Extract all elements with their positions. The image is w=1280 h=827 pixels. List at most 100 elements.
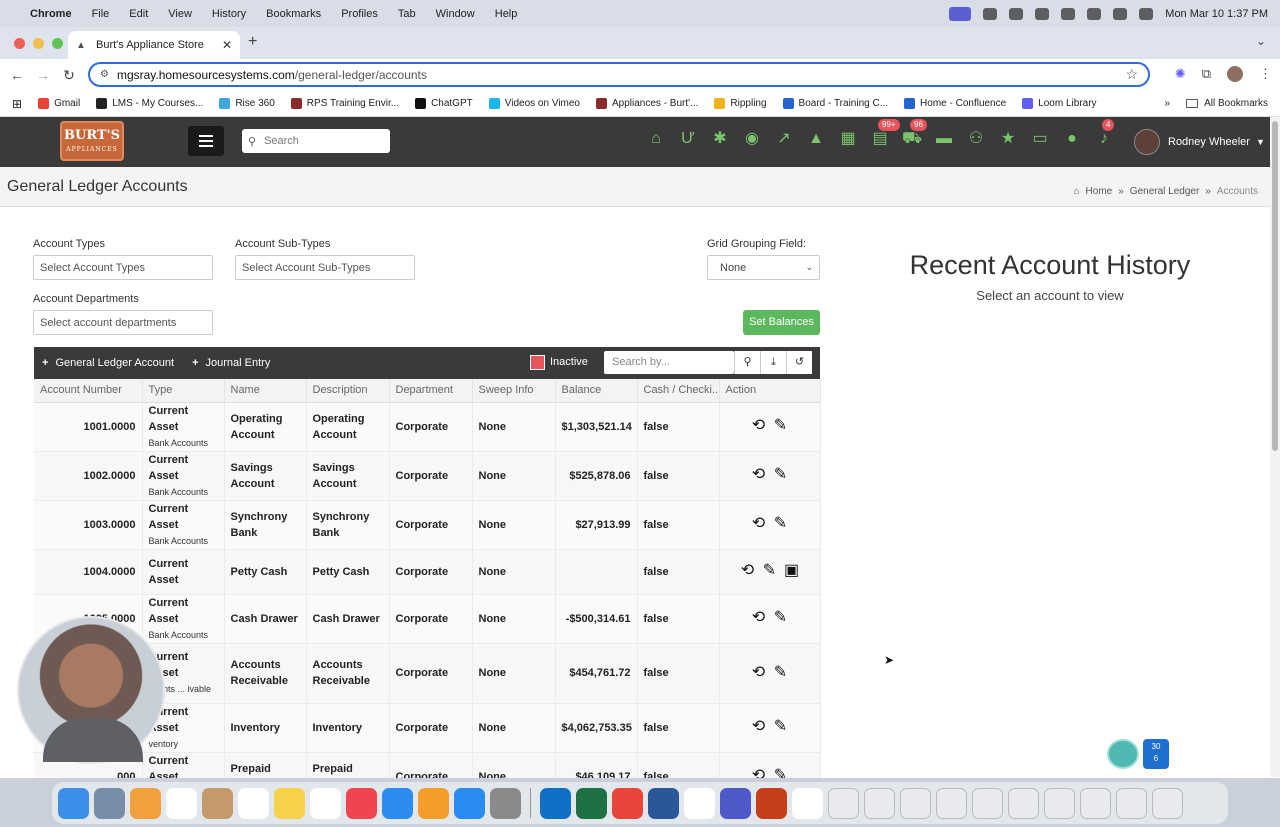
dock-app-store-icon[interactable]	[454, 787, 485, 819]
dock-powerpoint-icon[interactable]	[756, 787, 787, 819]
edit-pencil-icon[interactable]: ✎	[770, 610, 792, 626]
col-account-number[interactable]: Account Number	[34, 379, 143, 403]
app-search-input[interactable]: ⚲ Search	[242, 129, 390, 153]
webcam-overlay[interactable]	[17, 616, 165, 764]
reload-icon[interactable]: ↻	[56, 67, 82, 84]
bookmark-loom[interactable]: Loom Library	[1022, 98, 1097, 109]
export-button[interactable]: ⤓	[760, 351, 786, 374]
table-row[interactable]: 1003.0000 Current Asset Bank Accounts Synch…	[34, 500, 821, 550]
set-balances-button[interactable]: Set Balances	[743, 310, 820, 335]
account-subtypes-select[interactable]: Select Account Sub-Types	[235, 255, 415, 280]
table-row[interactable]: 1002.0000 Current Asset Bank Accounts Savin…	[34, 451, 821, 501]
menu-bookmarks[interactable]: Bookmarks	[266, 8, 321, 20]
history-icon[interactable]: ⟲	[748, 418, 770, 434]
dock-minimized-window-thumbnail[interactable]	[1008, 787, 1039, 819]
vpn-icon[interactable]	[1035, 7, 1050, 20]
dock-keynote-icon[interactable]	[382, 787, 413, 819]
menu-history[interactable]: History	[212, 8, 246, 20]
menu-profiles[interactable]: Profiles	[341, 8, 378, 20]
dock-contacts-icon[interactable]	[202, 787, 233, 819]
wifi-icon[interactable]	[1087, 7, 1102, 20]
menu-tab[interactable]: Tab	[398, 8, 416, 20]
dock-zoom-or-tool-icon[interactable]	[792, 787, 823, 819]
bookmark-rippling[interactable]: Rippling	[714, 98, 767, 109]
timer-widget-icon[interactable]	[1107, 739, 1139, 769]
dock-slack-icon[interactable]	[684, 787, 715, 819]
task-count-widget[interactable]: 30 6	[1143, 739, 1169, 769]
dock-minimized-window-thumbnail[interactable]	[1044, 787, 1075, 819]
dock-news-icon[interactable]	[346, 787, 377, 819]
star-icon[interactable]: ★	[998, 129, 1018, 149]
edit-pencil-icon[interactable]: ✎	[770, 418, 792, 434]
spotlight-icon[interactable]	[1113, 7, 1128, 20]
grid-search-input[interactable]: Search by...	[604, 351, 734, 374]
dock-system-settings-icon[interactable]	[490, 787, 521, 819]
chrome-menu-icon[interactable]: ⋮	[1259, 66, 1272, 82]
breadcrumb-home[interactable]: Home	[1086, 186, 1113, 197]
inactive-toggle[interactable]	[530, 355, 545, 370]
browser-tab-active[interactable]: ▲ Burt's Appliance Store ✕	[68, 31, 240, 59]
dock-minimized-window-thumbnail[interactable]	[1116, 787, 1147, 819]
dock-photos-icon[interactable]	[130, 787, 161, 819]
menu-file[interactable]: File	[92, 8, 110, 20]
history-icon[interactable]: ⟲	[748, 719, 770, 735]
breadcrumb-general-ledger[interactable]: General Ledger	[1130, 186, 1200, 197]
control-center-icon[interactable]	[1139, 7, 1154, 20]
chart-line-icon[interactable]: ↗	[774, 129, 794, 149]
settings-tray-icon[interactable]	[1009, 7, 1024, 20]
bookmark-chatgpt[interactable]: ChatGPT	[415, 98, 473, 109]
new-tab-icon[interactable]: +	[248, 33, 257, 51]
dock-finder-icon[interactable]	[58, 787, 89, 819]
menu-window[interactable]: Window	[436, 8, 475, 20]
col-department[interactable]: Department	[389, 379, 473, 403]
dock-word-icon[interactable]	[648, 787, 679, 819]
cart-icon[interactable]: ⛟ 96	[902, 119, 927, 149]
archive-icon[interactable]: ▣	[781, 563, 803, 579]
more-bookmarks-icon[interactable]: »	[1165, 98, 1171, 109]
dock-notes-icon[interactable]	[274, 787, 305, 819]
battery-icon[interactable]	[1061, 7, 1076, 20]
users-icon[interactable]: ⚇	[966, 129, 986, 149]
menu-view[interactable]: View	[168, 8, 192, 20]
address-bar[interactable]: ⚙ mgsray.homesourcesystems.com /general-…	[88, 62, 1150, 87]
menu-help[interactable]: Help	[495, 8, 518, 20]
col-balance[interactable]: Balance	[555, 379, 638, 403]
table-row[interactable]: 1001.0000 Current Asset Bank Accounts Opera…	[34, 402, 821, 452]
bookmark-star-icon[interactable]: ☆	[1125, 66, 1138, 83]
screen-recorder-icon[interactable]	[949, 6, 972, 21]
forward-icon[interactable]: →	[30, 67, 56, 83]
dock-calendar-icon[interactable]	[166, 787, 197, 819]
col-sweep-info[interactable]: Sweep Info	[472, 379, 556, 403]
history-icon[interactable]: ⟲	[748, 664, 770, 681]
briefcase-icon[interactable]: ▬	[934, 129, 954, 149]
hamburger-menu-button[interactable]	[188, 126, 224, 156]
table-row[interactable]: 1005.0000Current AssetBank AccountsCash …	[34, 594, 821, 644]
dock-minimized-window-thumbnail[interactable]	[864, 787, 895, 819]
extension-icon[interactable]: ✺	[1175, 66, 1186, 82]
edit-pencil-icon[interactable]: ✎	[770, 719, 792, 735]
menu-app-name[interactable]: Chrome	[30, 8, 72, 20]
bookmark-rise[interactable]: Rise 360	[219, 98, 275, 109]
dock-freeform-icon[interactable]	[310, 787, 341, 819]
close-window-button[interactable]	[14, 38, 25, 49]
edit-pencil-icon[interactable]: ✎	[770, 516, 792, 532]
tab-search-chevron-icon[interactable]: ⌄	[1256, 34, 1266, 48]
edit-pencil-icon[interactable]: ✎	[770, 467, 792, 483]
menubar-clock[interactable]: Mon Mar 10 1:37 PM	[1165, 8, 1268, 20]
folder-icon[interactable]: ▭	[1030, 129, 1050, 149]
history-icon[interactable]: ⟲	[748, 467, 770, 483]
maximize-window-button[interactable]	[52, 38, 63, 49]
calculator-icon[interactable]: ▦	[838, 129, 858, 149]
dock-excel-icon[interactable]	[576, 787, 607, 819]
all-bookmarks[interactable]: All Bookmarks	[1186, 98, 1268, 109]
site-info-icon[interactable]: ⚙	[100, 69, 109, 80]
home-icon[interactable]: ⌂	[646, 129, 666, 149]
bookmark-vimeo[interactable]: Videos on Vimeo	[488, 98, 580, 109]
dock-minimized-window-thumbnail[interactable]	[936, 787, 967, 819]
account-types-select[interactable]: Select Account Types	[33, 255, 213, 280]
magnet-icon[interactable]: Ư	[678, 129, 698, 149]
dock-minimized-window-thumbnail[interactable]	[1152, 787, 1183, 819]
history-icon[interactable]: ⟲	[737, 563, 759, 579]
back-icon[interactable]: ←	[4, 67, 30, 83]
close-tab-icon[interactable]: ✕	[222, 38, 232, 52]
